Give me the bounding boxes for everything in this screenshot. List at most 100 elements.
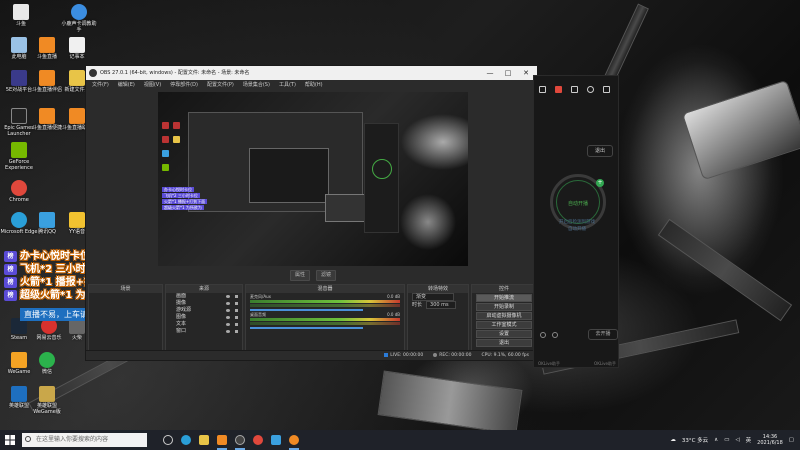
filters-button[interactable]: 滤镜 bbox=[316, 269, 337, 281]
menu-profile[interactable]: 配置文件(P) bbox=[207, 80, 234, 91]
taskbar-task-view[interactable] bbox=[159, 430, 177, 450]
desktop-icon[interactable]: 微信 bbox=[28, 352, 66, 375]
desktop-icon[interactable]: Chrome bbox=[0, 180, 38, 203]
bell-icon[interactable] bbox=[587, 86, 594, 93]
menu-scene-collection[interactable]: 场景集合(S) bbox=[243, 80, 270, 91]
channel-name: 麦克风/Aux bbox=[250, 294, 271, 299]
menu-docks[interactable]: 停靠部件(D) bbox=[170, 80, 198, 91]
source-item[interactable]: 摄像 bbox=[166, 300, 242, 307]
taskbar-obs[interactable] bbox=[231, 430, 249, 450]
transition-select[interactable]: 渐变 bbox=[412, 293, 454, 301]
clock-date: 2021/6/18 bbox=[757, 440, 783, 446]
taskbar-douyu[interactable] bbox=[213, 430, 231, 450]
settings-icon[interactable] bbox=[552, 331, 558, 338]
tray-arrow-icon[interactable]: ∧ bbox=[714, 437, 718, 443]
nested-preview bbox=[249, 148, 365, 222]
mini-overlay-line: 超级火箭*1 为所欲为 bbox=[162, 205, 204, 210]
taskbar-edge[interactable] bbox=[177, 430, 195, 450]
taskbar-douyu-live[interactable] bbox=[285, 430, 303, 450]
weather-status[interactable]: 33°C 多云 bbox=[682, 436, 708, 444]
panel-footer-left[interactable]: OKLive助手 bbox=[538, 361, 560, 367]
share-icon[interactable] bbox=[603, 86, 610, 93]
volume-icon[interactable]: ◁ bbox=[735, 437, 739, 443]
qq-icon bbox=[271, 435, 281, 445]
plus-icon[interactable]: + bbox=[596, 179, 604, 187]
sources-header: 来源 bbox=[166, 285, 242, 293]
eye-icon[interactable] bbox=[226, 302, 230, 305]
lock-icon[interactable] bbox=[235, 316, 238, 319]
start-button[interactable] bbox=[0, 430, 20, 450]
overlay-badge: 榜 bbox=[4, 290, 17, 301]
auto-start-label: 自动开播 bbox=[556, 180, 600, 224]
ime-icon[interactable]: 英 bbox=[746, 436, 752, 444]
mini-desktop-icon bbox=[173, 136, 180, 143]
network-icon[interactable]: ▭ bbox=[724, 437, 729, 443]
start-streaming-button[interactable]: 开始推流 bbox=[476, 294, 532, 302]
source-item[interactable]: 文本 bbox=[166, 321, 242, 328]
taskbar-chrome[interactable] bbox=[249, 430, 267, 450]
taskbar-file-explorer[interactable] bbox=[195, 430, 213, 450]
properties-button[interactable]: 属性 bbox=[289, 269, 310, 281]
mini-overlay-line: 办卡心悦时卡位 bbox=[162, 187, 194, 192]
virtual-camera-button[interactable]: 启动虚拟摄像机 bbox=[476, 312, 532, 320]
lock-icon[interactable] bbox=[235, 295, 238, 298]
exit-button[interactable]: 退出 bbox=[476, 339, 532, 347]
go-live-button[interactable]: 去开播 bbox=[588, 329, 618, 340]
start-recording-button[interactable]: 开始录制 bbox=[476, 303, 532, 311]
obs-title-bar[interactable]: OBS 27.0.1 (64-bit, windows) - 配置文件: 未命名… bbox=[86, 66, 537, 80]
volume-slider[interactable] bbox=[250, 327, 363, 329]
channel-name: 桌面音频 bbox=[250, 312, 266, 317]
menu-tools[interactable]: 工具(T) bbox=[279, 80, 296, 91]
desktop-icon[interactable]: 小鹿声卡调教助手 bbox=[60, 4, 98, 33]
settings-button[interactable]: 设置 bbox=[476, 330, 532, 338]
desktop-icon[interactable]: GeForce Experience bbox=[0, 142, 38, 171]
eye-icon[interactable] bbox=[226, 309, 230, 312]
system-tray: ☁ 33°C 多云 ∧ ▭ ◁ 英 14:36 2021/6/18 ▢ bbox=[670, 434, 800, 446]
obs-window[interactable]: OBS 27.0.1 (64-bit, windows) - 配置文件: 未命名… bbox=[85, 65, 539, 361]
eye-icon[interactable] bbox=[226, 295, 230, 298]
menu-edit[interactable]: 编辑(E) bbox=[118, 80, 135, 91]
computer-icon bbox=[11, 37, 27, 53]
search-icon bbox=[25, 436, 31, 442]
menu-file[interactable]: 文件(F) bbox=[92, 80, 109, 91]
duration-input[interactable]: 300 ms bbox=[426, 301, 457, 309]
studio-mode-button[interactable]: 工作室模式 bbox=[476, 321, 532, 329]
desktop-icon[interactable]: 记事本 bbox=[58, 37, 96, 60]
gift-icon[interactable] bbox=[555, 86, 562, 93]
qq-icon bbox=[39, 212, 55, 228]
taskbar-search-input[interactable]: 在这里输入你要搜索的内容 bbox=[22, 433, 147, 447]
source-item[interactable]: 图像 bbox=[166, 314, 242, 321]
obs-preview[interactable]: 办卡心悦时卡位 飞机*2 三小时卡位 火箭*1 播报+打到下面 超级火箭*1 为… bbox=[158, 92, 468, 266]
panel-exit-button[interactable]: 退出 bbox=[587, 145, 613, 157]
help-icon[interactable] bbox=[540, 331, 546, 338]
source-item[interactable]: 游戏源 bbox=[166, 307, 242, 314]
scenes-dock: 场景 + — ∧ ∨ bbox=[88, 284, 163, 360]
folder-icon bbox=[69, 70, 85, 86]
maximize-icon[interactable]: □ bbox=[499, 66, 517, 80]
taskbar-qq[interactable] bbox=[267, 430, 285, 450]
notification-icon[interactable]: ▢ bbox=[789, 437, 794, 443]
window-icon[interactable] bbox=[539, 86, 546, 93]
lock-icon[interactable] bbox=[235, 309, 238, 312]
menu-help[interactable]: 帮助(H) bbox=[305, 80, 323, 91]
desktop-icon[interactable]: 英雄联盟WeGame版 bbox=[28, 386, 66, 415]
clock[interactable]: 14:36 2021/6/18 bbox=[757, 434, 783, 446]
minimize-icon[interactable]: — bbox=[481, 66, 499, 80]
lock-icon[interactable] bbox=[235, 302, 238, 305]
lock-icon[interactable] bbox=[235, 323, 238, 326]
desktop-icon[interactable]: 斗鱼 bbox=[2, 4, 40, 27]
menu-view[interactable]: 视图(V) bbox=[144, 80, 161, 91]
lock-icon[interactable] bbox=[235, 330, 238, 333]
eye-icon[interactable] bbox=[226, 316, 230, 319]
douyu-live-icon bbox=[289, 435, 299, 445]
app-icon bbox=[13, 4, 29, 20]
shirt-icon[interactable] bbox=[571, 86, 578, 93]
mini-desktop-icon bbox=[162, 150, 169, 157]
source-item[interactable]: 窗口 bbox=[166, 328, 242, 335]
eye-icon[interactable] bbox=[226, 330, 230, 333]
eye-icon[interactable] bbox=[226, 323, 230, 326]
source-item[interactable]: 画面 bbox=[166, 293, 242, 300]
wallpaper-structure bbox=[657, 218, 793, 322]
panel-footer-right[interactable]: OKLive助手 bbox=[594, 361, 616, 367]
panel-toolbar bbox=[539, 86, 610, 93]
